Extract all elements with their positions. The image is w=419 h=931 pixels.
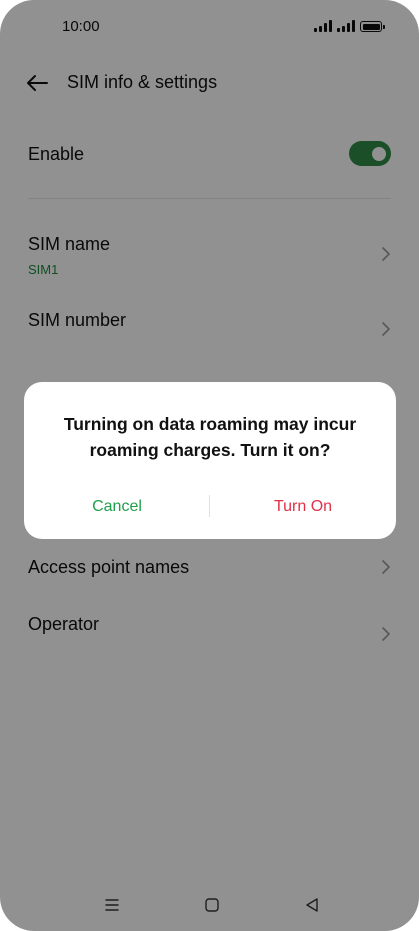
roaming-dialog: Turning on data roaming may incur roamin… [24,382,396,539]
turn-on-button[interactable]: Turn On [210,498,396,516]
dialog-message: Turning on data roaming may incur roamin… [63,414,357,460]
phone-frame: 10:00 SIM info & settings Enable SIM nam… [0,0,419,931]
cancel-button[interactable]: Cancel [24,498,210,516]
